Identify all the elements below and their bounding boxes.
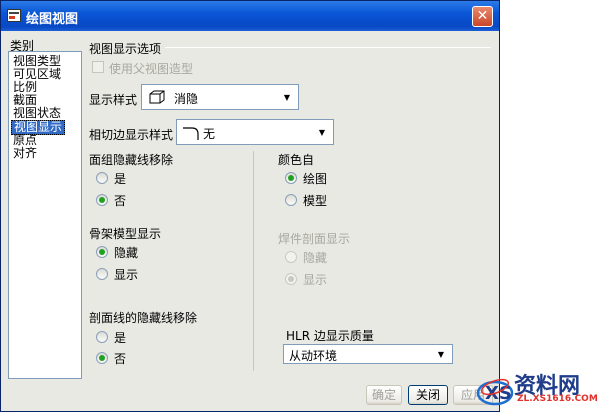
chevron-down-icon: ▼ xyxy=(318,128,325,137)
face-hidden-removal-title: 面组隐藏线移除 xyxy=(89,153,174,167)
hlr-quality-value: 从动环境 xyxy=(289,349,338,363)
use-parent-label: 使用父视图造型 xyxy=(109,62,194,76)
hlr-quality-label: HLR 边显示质量 xyxy=(286,329,374,343)
use-parent-checkbox[interactable] xyxy=(92,61,104,73)
weld-section-show-radio[interactable] xyxy=(285,273,297,285)
page-background-right xyxy=(500,0,608,412)
close-icon: ✕ xyxy=(476,8,489,24)
skeleton-show-radio[interactable] xyxy=(96,268,108,280)
color-from-model-radio[interactable] xyxy=(285,194,297,206)
tangent-edge-icon xyxy=(183,127,199,140)
xsec-hidden-removal-title: 剖面线的隐藏线移除 xyxy=(89,311,198,325)
color-from-drawing-radio[interactable] xyxy=(285,172,297,184)
face-hidden-removal-yes-radio[interactable] xyxy=(96,172,108,184)
color-from-drawing-label: 绘图 xyxy=(303,172,328,186)
xsec-hidden-removal-yes-radio[interactable] xyxy=(96,331,108,343)
skeleton-display-title: 骨架模型显示 xyxy=(89,227,162,241)
hlr-quality-dropdown[interactable]: 从动环境 ▼ xyxy=(283,344,453,364)
ok-button[interactable]: 确定 xyxy=(366,385,402,405)
watermark-logo: XS xyxy=(476,378,514,406)
chevron-down-icon: ▼ xyxy=(437,350,444,359)
group-divider xyxy=(165,47,491,48)
face-hidden-removal-yes-label: 是 xyxy=(114,172,127,186)
options-group-title: 视图显示选项 xyxy=(89,42,162,56)
app-icon xyxy=(7,9,21,22)
close-window-button[interactable]: ✕ xyxy=(472,6,493,27)
skeleton-show-label: 显示 xyxy=(114,268,139,282)
close-button[interactable]: 关闭 xyxy=(408,385,448,405)
face-hidden-removal-no-label: 否 xyxy=(114,194,127,208)
window-title: 绘图视图 xyxy=(26,12,79,27)
tangent-style-value: 无 xyxy=(203,127,216,141)
weld-section-hide-radio[interactable] xyxy=(285,251,297,263)
weld-section-show-label: 显示 xyxy=(303,273,328,287)
dialog-window: 绘图视图 ✕ 类别 视图类型 可见区域 比例 截面 视图状态 视图显示 原点 对… xyxy=(0,0,500,412)
weld-section-title: 焊件剖面显示 xyxy=(278,232,351,246)
xsec-hidden-removal-no-radio[interactable] xyxy=(96,352,108,364)
display-style-value: 消隐 xyxy=(174,92,199,106)
tangent-style-dropdown[interactable]: 无 ▼ xyxy=(176,119,334,145)
chevron-down-icon: ▼ xyxy=(283,93,290,102)
xsec-hidden-removal-no-label: 否 xyxy=(114,352,127,366)
watermark-url: ZL.XS1616.COM xyxy=(517,394,598,404)
display-style-dropdown[interactable]: 消隐 ▼ xyxy=(141,84,299,110)
weld-section-hide-label: 隐藏 xyxy=(303,251,328,265)
category-list[interactable]: 视图类型 可见区域 比例 截面 视图状态 视图显示 原点 对齐 xyxy=(8,51,82,379)
tangent-style-label: 相切边显示样式 xyxy=(89,128,174,142)
column-divider xyxy=(253,151,254,371)
category-item-view-state[interactable]: 视图状态 xyxy=(13,107,61,120)
category-item-alignment[interactable]: 对齐 xyxy=(13,147,37,160)
xsec-hidden-removal-yes-label: 是 xyxy=(114,331,127,345)
title-bar[interactable]: 绘图视图 ✕ xyxy=(1,1,499,31)
skeleton-hide-label: 隐藏 xyxy=(114,246,139,260)
face-hidden-removal-no-radio[interactable] xyxy=(96,194,108,206)
skeleton-hide-radio[interactable] xyxy=(96,246,108,258)
hidden-line-cube-icon xyxy=(149,90,165,104)
color-from-title: 颜色自 xyxy=(278,153,315,167)
color-from-model-label: 模型 xyxy=(303,194,328,208)
display-style-label: 显示样式 xyxy=(89,93,138,107)
